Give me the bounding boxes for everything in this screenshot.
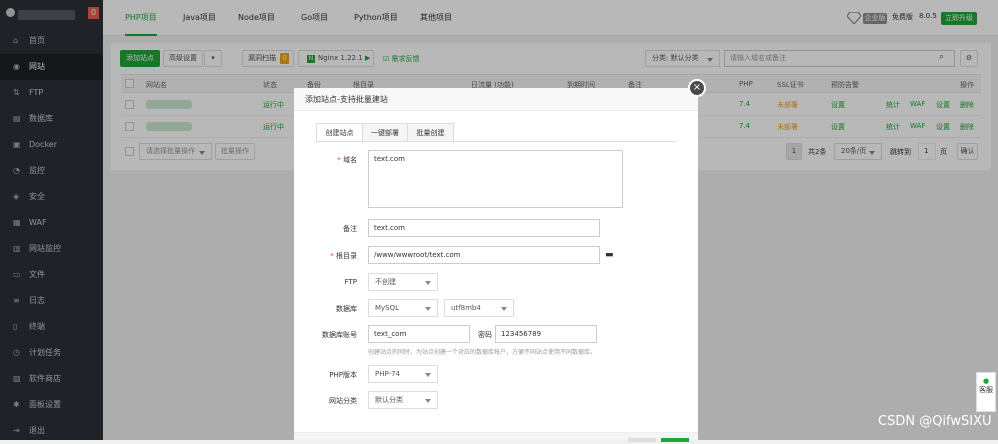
db-account-label: 数据库账号 [322, 331, 357, 339]
dialog-title: 添加站点-支持批量建站 [294, 88, 698, 111]
db-password-label: 密码 [478, 331, 492, 339]
root-dir-label: * 根目录 [330, 252, 357, 260]
submit-button[interactable] [661, 438, 689, 442]
tab-batch-create[interactable]: 批量创建 [407, 123, 454, 142]
watermark: CSDN @QifwSIXU [878, 414, 992, 429]
tab-one-click-deploy[interactable]: 一键部署 [362, 123, 408, 142]
chat-icon: ● [982, 377, 990, 385]
cancel-button[interactable] [628, 438, 656, 442]
ftp-label: FTP [344, 278, 357, 286]
customer-service-button[interactable]: ● 客服 [976, 372, 996, 412]
php-version-label: PHP版本 [329, 371, 357, 379]
tab-divider [316, 141, 676, 142]
database-charset-select[interactable]: utf8mb4 [444, 299, 514, 317]
customer-service-label: 客服 [979, 386, 993, 394]
ftp-select[interactable]: 不创建 [368, 273, 438, 291]
database-type-select[interactable]: MySQL [368, 299, 438, 317]
database-label: 数据库 [336, 305, 357, 313]
folder-icon[interactable]: ▬ [605, 250, 614, 260]
dialog-footer [294, 432, 698, 442]
site-category-select[interactable]: 默认分类 [368, 391, 438, 409]
remark-label: 备注 [343, 225, 357, 233]
close-icon[interactable]: × [688, 79, 706, 97]
domain-label: * 域名 [337, 156, 357, 164]
tab-create-site[interactable]: 创建站点 [316, 123, 363, 142]
root-dir-input[interactable]: /www/wwwroot/text.com [368, 246, 600, 264]
db-password-input[interactable]: 123456789 [495, 325, 597, 343]
remark-input[interactable]: text.com [368, 219, 600, 237]
db-hint: 创建站点的同时，为站点创建一个对应的数据库帐户，方便不同站点使用不同数据库。 [368, 349, 597, 356]
site-category-label: 网站分类 [329, 397, 357, 405]
php-version-select[interactable]: PHP-74 [368, 365, 438, 383]
domain-textarea[interactable]: text.com [368, 150, 623, 208]
db-account-input[interactable]: text_com [368, 325, 470, 343]
